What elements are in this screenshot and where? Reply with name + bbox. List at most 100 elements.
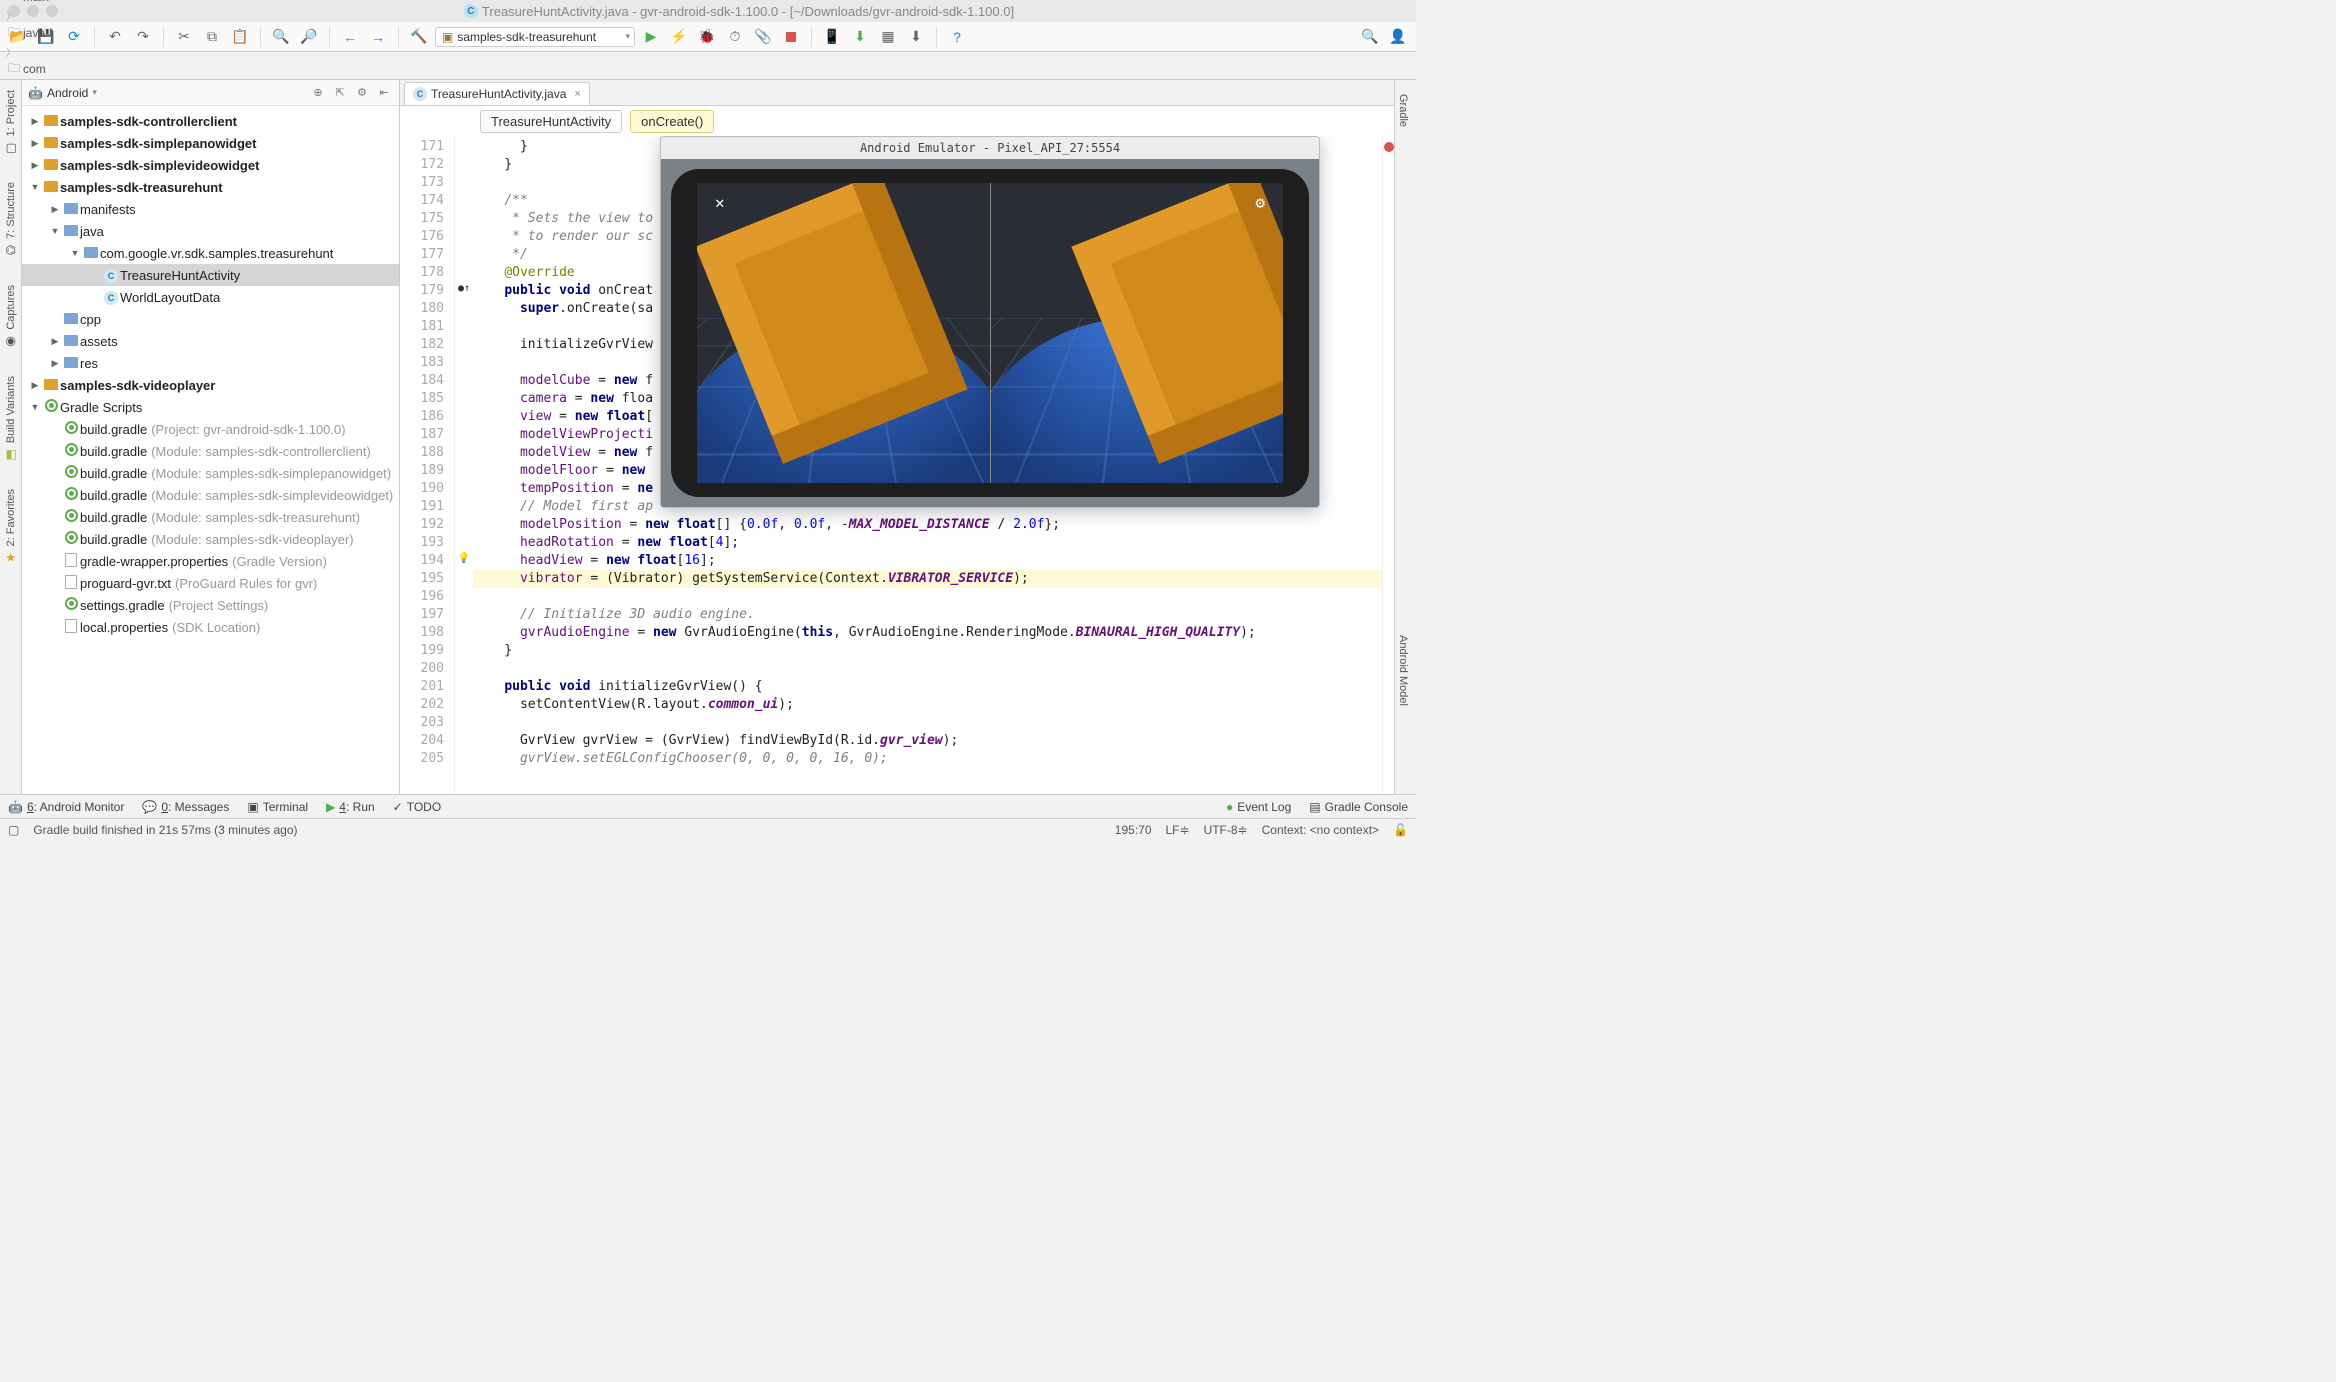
line-separator[interactable]: LF≑ (1166, 823, 1190, 837)
tree-row[interactable]: ▶res (22, 352, 399, 374)
crumb-method[interactable]: onCreate() (630, 110, 714, 133)
tree-row[interactable]: build.gradle (Module: samples-sdk-contro… (22, 440, 399, 462)
editor-area: C TreasureHuntActivity.java × TreasureHu… (400, 80, 1394, 794)
hide-icon[interactable]: ⇤ (375, 84, 393, 102)
tab-captures[interactable]: ◉Captures (3, 281, 19, 352)
tab-android-monitor[interactable]: 🤖6: Android Monitor (8, 800, 124, 814)
tree-row[interactable]: build.gradle (Module: samples-sdk-simple… (22, 484, 399, 506)
tree-row[interactable]: build.gradle (Module: samples-sdk-videop… (22, 528, 399, 550)
tab-gradle-console[interactable]: ▤Gradle Console (1309, 800, 1408, 814)
window-title: TreasureHuntActivity.java - gvr-android-… (482, 4, 1014, 19)
main-toolbar: 📂 💾 ⟳ ↶ ↷ ✂ ⧉ 📋 🔍 🔎 ← → 🔨 ▣ samples-sdk-… (0, 22, 1416, 52)
tree-row[interactable]: build.gradle (Project: gvr-android-sdk-1… (22, 418, 399, 440)
status-toggle-icon[interactable]: ▢ (8, 823, 19, 837)
window-titlebar: C TreasureHuntActivity.java - gvr-androi… (0, 0, 1416, 22)
tab-gradle[interactable]: Gradle (1395, 90, 1411, 131)
tab-build-variants[interactable]: ◧Build Variants (3, 372, 19, 465)
tab-favorites[interactable]: ★2: Favorites (3, 485, 19, 568)
user-icon[interactable]: 👤 (1386, 25, 1410, 49)
tab-todo[interactable]: ✓TODO (393, 800, 442, 814)
help-icon[interactable]: ? (945, 25, 969, 49)
breadcrumb-item[interactable]: 🗀main (6, 0, 160, 8)
tab-project[interactable]: ▢1: Project (3, 86, 19, 158)
project-view-selector[interactable]: Android ▾ (47, 86, 305, 100)
stop-icon[interactable] (779, 25, 803, 49)
cut-icon[interactable]: ✂ (172, 25, 196, 49)
tree-row[interactable]: proguard-gvr.txt (ProGuard Rules for gvr… (22, 572, 399, 594)
tree-row[interactable]: ▶samples-sdk-simplepanowidget (22, 132, 399, 154)
run-icon[interactable]: ▶ (639, 25, 663, 49)
run-config-label: samples-sdk-treasurehunt (457, 30, 596, 44)
tree-row[interactable]: ▼samples-sdk-treasurehunt (22, 176, 399, 198)
code-editor[interactable]: 1711721731741751761771781791801811821831… (400, 136, 1394, 794)
run-config-selector[interactable]: ▣ samples-sdk-treasurehunt (435, 27, 635, 47)
scroll-from-source-icon[interactable]: ⊕ (309, 84, 327, 102)
module-icon: ▣ (442, 30, 453, 44)
tree-row[interactable]: build.gradle (Module: samples-sdk-treasu… (22, 506, 399, 528)
error-marker[interactable] (1384, 142, 1394, 152)
project-tool-window: 🤖 Android ▾ ⊕ ⇱ ⚙ ⇤ ▶samples-sdk-control… (22, 80, 400, 794)
avd-manager-icon[interactable]: 📱 (820, 25, 844, 49)
attach-debugger-icon[interactable]: 📎 (751, 25, 775, 49)
tree-row[interactable]: build.gradle (Module: samples-sdk-simple… (22, 462, 399, 484)
tree-row[interactable]: CTreasureHuntActivity (22, 264, 399, 286)
tree-row[interactable]: ▼Gradle Scripts (22, 396, 399, 418)
context-selector[interactable]: Context: <no context> (1262, 823, 1379, 837)
tree-row[interactable]: settings.gradle (Project Settings) (22, 594, 399, 616)
emulator-title: Android Emulator - Pixel_API_27:5554 (661, 137, 1319, 159)
sdk-manager-icon[interactable]: ⬇ (848, 25, 872, 49)
tab-messages[interactable]: 💬0: Messages (142, 800, 229, 814)
tree-row[interactable]: cpp (22, 308, 399, 330)
breadcrumb-item[interactable]: 🗀java (6, 23, 160, 44)
tab-run[interactable]: ▶4: Run (326, 800, 375, 814)
settings-icon[interactable]: ⚙ (353, 84, 371, 102)
android-emulator-window[interactable]: Android Emulator - Pixel_API_27:5554 ✕ ⚙… (660, 136, 1320, 508)
lock-icon[interactable]: 🔓 (1393, 823, 1408, 837)
tree-row[interactable]: CWorldLayoutData (22, 286, 399, 308)
tree-row[interactable]: gradle-wrapper.properties (Gradle Versio… (22, 550, 399, 572)
vr-close-icon[interactable]: ✕ (715, 193, 725, 212)
breadcrumb-item[interactable]: 🗀com (6, 59, 160, 80)
device-file-explorer-icon[interactable]: ⬇ (904, 25, 928, 49)
tree-row[interactable]: ▼java (22, 220, 399, 242)
error-stripe[interactable] (1382, 136, 1394, 794)
search-everywhere-icon[interactable]: 🔍 (1358, 25, 1382, 49)
tree-row[interactable]: ▼com.google.vr.sdk.samples.treasurehunt (22, 242, 399, 264)
close-tab-icon[interactable]: × (574, 88, 580, 100)
collapse-all-icon[interactable]: ⇱ (331, 84, 349, 102)
editor-tab-label: TreasureHuntActivity.java (431, 87, 566, 101)
tab-event-log[interactable]: ●Event Log (1226, 800, 1291, 814)
debug-icon[interactable]: 🐞 (695, 25, 719, 49)
editor-tab-active[interactable]: C TreasureHuntActivity.java × (404, 82, 590, 105)
tab-terminal[interactable]: ▣Terminal (247, 800, 308, 814)
copy-icon[interactable]: ⧉ (200, 25, 224, 49)
replace-icon[interactable]: 🔎 (297, 25, 321, 49)
build-icon[interactable]: 🔨 (407, 25, 431, 49)
android-icon: 🤖 (28, 86, 43, 100)
java-class-icon: C (464, 4, 478, 18)
tree-row[interactable]: ▶samples-sdk-simplevideowidget (22, 154, 399, 176)
forward-icon[interactable]: → (366, 25, 390, 49)
emulator-device-frame: ✕ ⚙ (671, 169, 1309, 497)
find-icon[interactable]: 🔍 (269, 25, 293, 49)
profile-icon[interactable]: ⏱ (723, 25, 747, 49)
status-bar: ▢ Gradle build finished in 21s 57ms (3 m… (0, 818, 1416, 840)
crumb-class[interactable]: TreasureHuntActivity (480, 110, 622, 133)
project-tree[interactable]: ▶samples-sdk-controllerclient▶samples-sd… (22, 106, 399, 794)
tree-row[interactable]: ▶manifests (22, 198, 399, 220)
editor-breadcrumb: TreasureHuntActivity onCreate() (400, 106, 1394, 136)
tab-android-model[interactable]: Android Model (1395, 631, 1411, 710)
tree-row[interactable]: local.properties (SDK Location) (22, 616, 399, 638)
tree-row[interactable]: ▶samples-sdk-controllerclient (22, 110, 399, 132)
tab-structure[interactable]: ⌬7: Structure (3, 178, 19, 261)
layout-inspector-icon[interactable]: ▦ (876, 25, 900, 49)
emulator-screen[interactable]: ✕ ⚙ (697, 183, 1283, 483)
paste-icon[interactable]: 📋 (228, 25, 252, 49)
vr-settings-icon[interactable]: ⚙ (1255, 193, 1265, 212)
tree-row[interactable]: ▶samples-sdk-videoplayer (22, 374, 399, 396)
back-icon[interactable]: ← (338, 25, 362, 49)
tree-row[interactable]: ▶assets (22, 330, 399, 352)
caret-position[interactable]: 195:70 (1115, 823, 1152, 837)
apply-changes-icon[interactable]: ⚡ (667, 25, 691, 49)
file-encoding[interactable]: UTF-8≑ (1204, 823, 1248, 837)
